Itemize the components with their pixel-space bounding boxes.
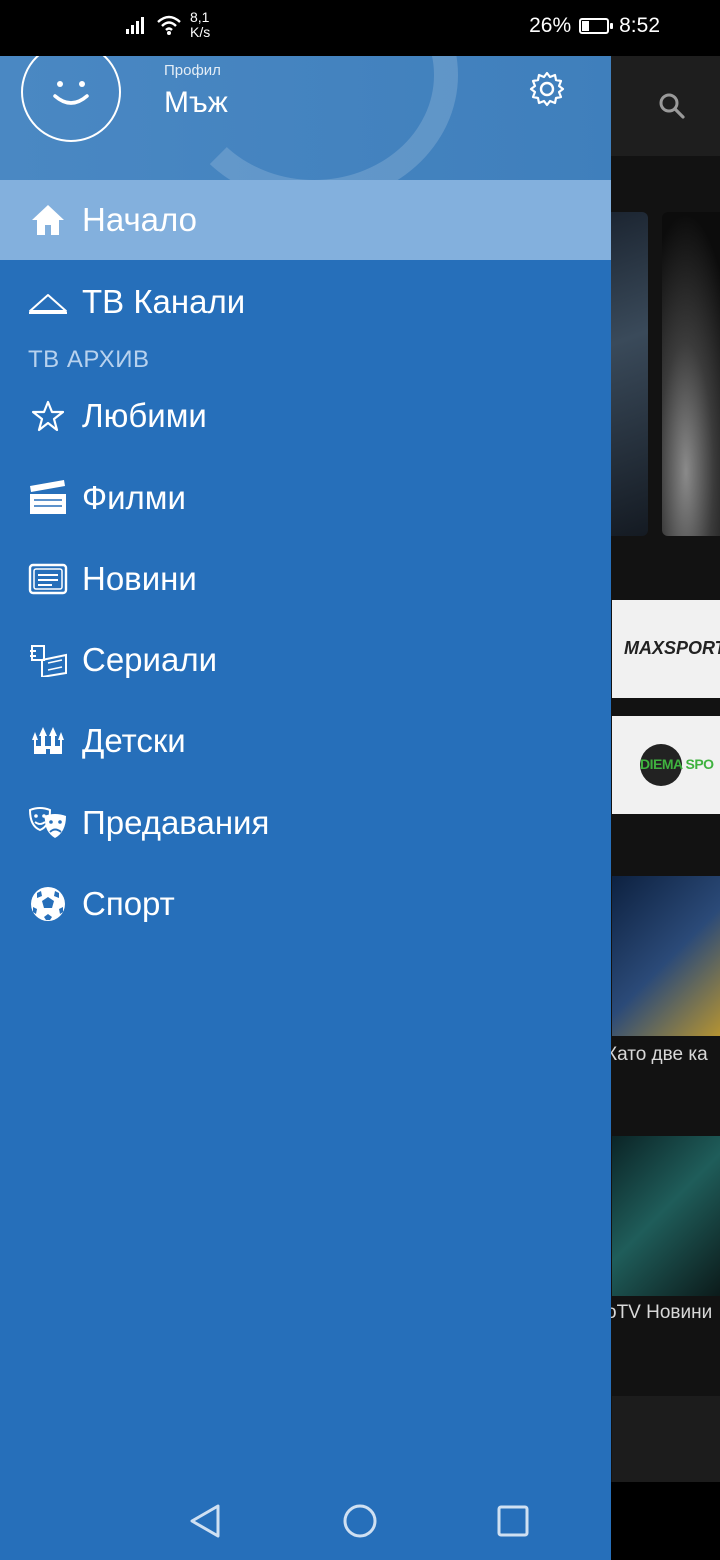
status-left: 8,1 K/s xyxy=(126,10,210,40)
clapperboard-icon xyxy=(28,478,68,518)
newspaper-icon xyxy=(28,559,68,599)
menu-item-favorites[interactable]: Любими xyxy=(0,376,611,456)
menu-item-movies[interactable]: Филми xyxy=(0,458,611,538)
circle-home-icon[interactable] xyxy=(341,1502,379,1540)
menu-item-label: Спорт xyxy=(82,885,175,922)
menu-item-label: Филми xyxy=(82,479,186,516)
menu-item-kids[interactable]: Детски xyxy=(0,701,611,781)
theater-masks-icon xyxy=(28,803,68,843)
network-speed-value: 8,1 xyxy=(190,9,210,25)
film-strip-icon xyxy=(28,640,68,680)
menu-item-label: ТВ Канали xyxy=(82,283,246,320)
menu-item-label: Начало xyxy=(82,201,197,238)
castle-icon xyxy=(28,721,68,761)
channel-banner-maxsport[interactable]: MAXSPORT xyxy=(612,600,720,698)
menu-item-label: Предавания xyxy=(82,804,270,841)
menu-item-label: Новини xyxy=(82,560,197,597)
show-thumbnail[interactable] xyxy=(612,1136,720,1296)
channel-banner-diema[interactable]: DIEMA SPO xyxy=(612,716,720,814)
triangle-back-icon[interactable] xyxy=(188,1502,224,1540)
channel-logo-text: DIEMA SPO xyxy=(640,756,714,772)
signal-icon xyxy=(126,17,144,34)
menu-item-shows[interactable]: Предавания xyxy=(0,783,611,863)
show-thumbnail[interactable] xyxy=(612,1396,720,1482)
battery-percent: 26% xyxy=(529,14,572,37)
show-title: oTV Новини xyxy=(606,1302,713,1323)
show-thumbnail[interactable] xyxy=(612,876,720,1036)
menu-item-series[interactable]: Сериали xyxy=(0,620,611,700)
clock: 8:52 xyxy=(619,14,660,37)
square-recents-icon[interactable] xyxy=(495,1502,531,1540)
menu-item-home[interactable]: Начало xyxy=(0,180,611,260)
star-icon xyxy=(28,396,68,436)
menu-item-label: Детски xyxy=(82,722,186,759)
search-icon[interactable] xyxy=(658,92,686,120)
channel-logo-text: MAXSPORT xyxy=(624,638,720,658)
system-navigation-bar xyxy=(0,1482,720,1560)
smiley-face-icon xyxy=(53,81,89,105)
menu-item-label: Любими xyxy=(82,397,207,434)
soccer-ball-icon xyxy=(28,884,68,924)
home-icon xyxy=(28,200,68,240)
tv-antenna-icon xyxy=(28,282,68,322)
menu-item-sport[interactable]: Спорт xyxy=(0,864,611,944)
show-title: Като две ка xyxy=(606,1044,708,1065)
drawer-header: Профил Мъж xyxy=(0,56,611,180)
menu-item-tv-channels[interactable]: ТВ Канали xyxy=(0,262,611,342)
profile-caption: Профил xyxy=(164,62,221,79)
menu-item-news[interactable]: Новини xyxy=(0,539,611,619)
gear-icon[interactable] xyxy=(528,70,566,108)
network-speed-unit: K/s xyxy=(190,24,211,40)
section-header-archive: ТВ АРХИВ xyxy=(28,346,150,373)
battery-fill xyxy=(582,21,590,31)
network-speed: 8,1 K/s xyxy=(190,10,210,40)
avatar[interactable] xyxy=(21,56,121,142)
poster-thumbnail[interactable] xyxy=(662,212,720,536)
status-bar: 8,1 K/s 26% 8:52 xyxy=(0,0,720,56)
menu-item-label: Сериали xyxy=(82,641,218,678)
navbar-background xyxy=(611,1482,720,1560)
status-right: 26% 8:52 xyxy=(529,14,660,38)
battery-icon xyxy=(579,18,614,34)
wifi-icon xyxy=(157,15,181,35)
profile-name[interactable]: Мъж xyxy=(164,86,228,120)
navigation-drawer: Профил Мъж Начало ТВ Канали ТВ АРХИВ Люб… xyxy=(0,56,611,1560)
